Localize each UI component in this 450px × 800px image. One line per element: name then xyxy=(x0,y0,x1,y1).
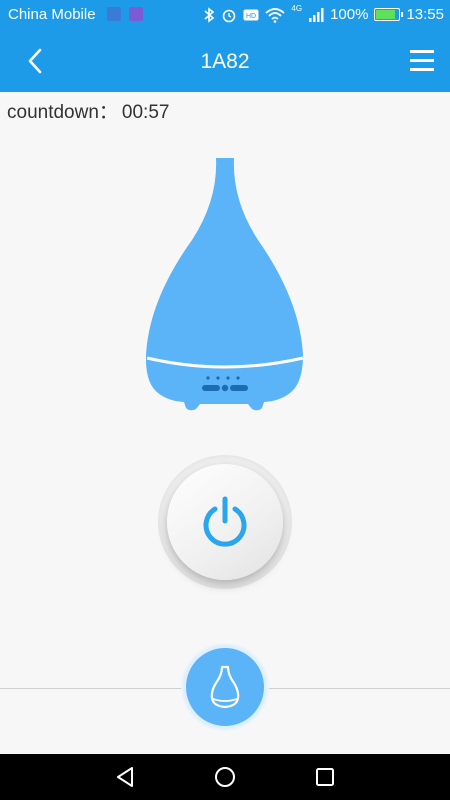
battery-icon xyxy=(374,8,404,21)
power-button[interactable] xyxy=(167,464,283,580)
countdown: countdown： 00:57 xyxy=(7,97,169,124)
notification-image-icon xyxy=(129,7,143,21)
hamburger-menu-icon xyxy=(410,50,434,53)
mist-mode-button[interactable] xyxy=(183,645,267,729)
menu-button[interactable] xyxy=(408,46,438,74)
wifi-icon xyxy=(265,7,286,23)
status-bar: China Mobile HD 4G 100% 13:55 xyxy=(0,0,450,30)
droplet-icon xyxy=(210,665,240,709)
app-bar: 1A82 xyxy=(0,30,450,92)
carrier-name: China Mobile xyxy=(8,6,96,23)
notification-app-icon xyxy=(107,7,121,21)
page-title: 1A82 xyxy=(200,50,250,73)
countdown-value: 00:57 xyxy=(121,102,170,123)
system-nav-bar xyxy=(0,754,450,800)
countdown-label: countdown： xyxy=(7,102,118,123)
back-triangle-icon[interactable] xyxy=(113,765,137,789)
hamburger-menu-icon xyxy=(410,68,434,71)
bluetooth-icon xyxy=(204,6,215,23)
clock: 13:55 xyxy=(406,6,444,23)
network-type: 4G xyxy=(291,4,303,13)
hd-icon: HD xyxy=(243,9,259,20)
svg-text:HD: HD xyxy=(246,13,256,20)
status-icons: HD 4G 100% 13:55 xyxy=(203,4,444,23)
power-button-ring xyxy=(158,455,292,589)
home-circle-icon[interactable] xyxy=(213,765,237,789)
diffuser-illustration xyxy=(145,158,304,411)
hamburger-menu-icon xyxy=(410,59,434,62)
recents-square-icon[interactable] xyxy=(313,765,337,789)
signal-icon xyxy=(309,7,324,22)
battery-percent: 100% xyxy=(330,6,369,23)
power-icon xyxy=(203,496,247,547)
alarm-icon xyxy=(223,9,236,22)
